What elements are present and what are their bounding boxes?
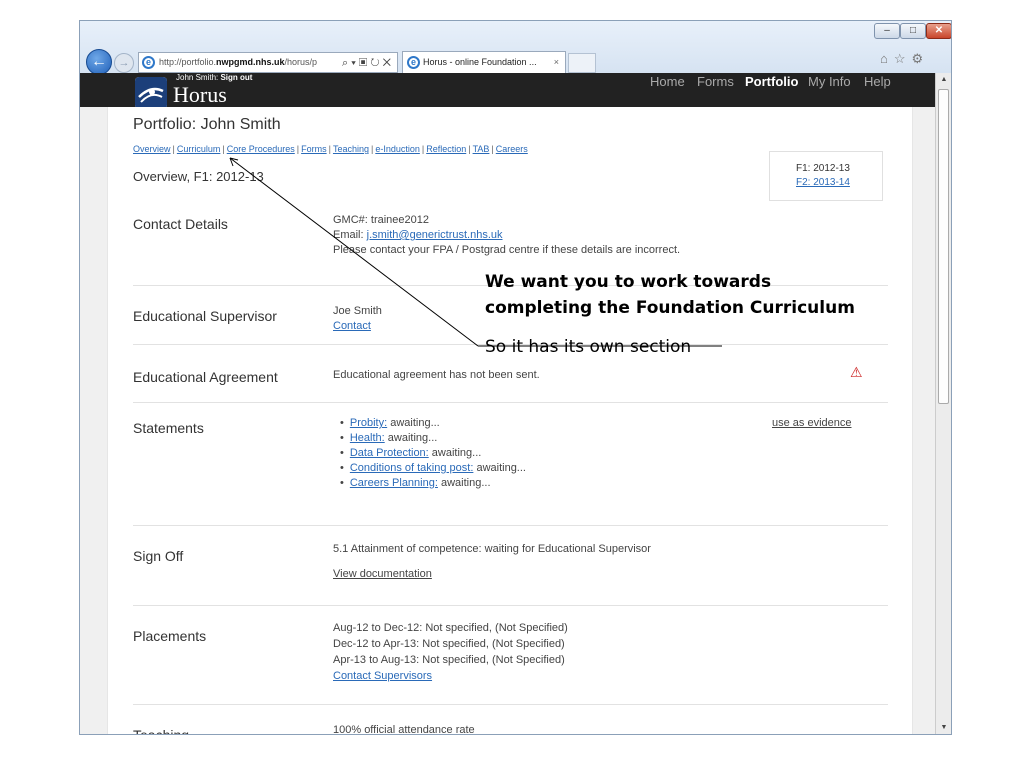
educational-supervisor-label: Educational Supervisor bbox=[133, 308, 277, 324]
subnav-core-procedures[interactable]: Core Procedures bbox=[227, 144, 295, 154]
close-window-button[interactable]: ✕ bbox=[926, 23, 951, 39]
subnav-overview[interactable]: Overview bbox=[133, 144, 171, 154]
ie-icon: e bbox=[142, 56, 155, 69]
educational-agreement-label: Educational Agreement bbox=[133, 369, 278, 385]
list-item: Probity: awaiting... bbox=[340, 416, 526, 431]
year-selector: F1: 2012-13 F2: 2013-14 bbox=[769, 151, 883, 201]
signoff-text: 5.1 Attainment of competence: waiting fo… bbox=[333, 543, 651, 555]
signout-link[interactable]: Sign out bbox=[220, 73, 252, 82]
subnav-reflection[interactable]: Reflection bbox=[426, 144, 466, 154]
subnav-careers[interactable]: Careers bbox=[496, 144, 528, 154]
portfolio-subnav: Overview | Curriculum | Core Procedures | Form… bbox=[133, 144, 528, 154]
contact-details-label: Contact Details bbox=[133, 216, 228, 232]
supervisor-value: Joe Smith Contact bbox=[333, 304, 382, 334]
page-viewport: John Smith: Sign out Horus Home Forms Po… bbox=[80, 73, 935, 735]
annotation-line-2: completing the Foundation Curriculum bbox=[485, 298, 855, 318]
scrollbar-thumb[interactable] bbox=[938, 89, 949, 404]
scroll-up-icon[interactable]: ▲ bbox=[936, 73, 951, 87]
nav-home[interactable]: Home bbox=[650, 73, 685, 90]
browser-window: – □ ✕ ← → e http://portfolio.nwpgmd.nhs.… bbox=[79, 20, 952, 735]
placements-value: Aug-12 to Dec-12: Not specified, (Not Sp… bbox=[333, 620, 568, 684]
year-next-link[interactable]: F2: 2013-14 bbox=[796, 176, 882, 190]
teaching-label: Teaching bbox=[133, 727, 190, 735]
gmc-number: GMC#: trainee2012 bbox=[333, 214, 429, 226]
browser-chrome: – □ ✕ ← → e http://portfolio.nwpgmd.nhs.… bbox=[80, 21, 951, 75]
contact-supervisors-link[interactable]: Contact Supervisors bbox=[333, 668, 568, 684]
address-controls[interactable]: ⌕ ▾ ▣ ↻ ✕ bbox=[338, 52, 398, 73]
sign-off-label: Sign Off bbox=[133, 548, 184, 564]
statement-health-link[interactable]: Health: bbox=[350, 432, 385, 444]
use-as-evidence-link[interactable]: use as evidence bbox=[772, 416, 852, 431]
statement-careers-planning-link[interactable]: Careers Planning: bbox=[350, 477, 438, 489]
teaching-value: 100% official attendance rate bbox=[333, 724, 475, 735]
placements-label: Placements bbox=[133, 628, 207, 644]
horus-logo-icon bbox=[135, 77, 167, 109]
supervisor-contact-link[interactable]: Contact bbox=[333, 319, 382, 334]
placement-row: Apr-13 to Aug-13: Not specified, (Not Sp… bbox=[333, 654, 565, 666]
page-title: Portfolio: John Smith bbox=[133, 116, 281, 133]
subnav-e-induction[interactable]: e-Induction bbox=[375, 144, 420, 154]
nav-forms[interactable]: Forms bbox=[697, 73, 734, 90]
maximize-button[interactable]: □ bbox=[900, 23, 926, 39]
email-link[interactable]: j.smith@generictrust.nhs.uk bbox=[367, 229, 503, 241]
warning-icon: ⚠ bbox=[850, 364, 863, 380]
nav-portfolio[interactable]: Portfolio bbox=[745, 73, 798, 90]
tab-close-icon[interactable]: × bbox=[554, 52, 559, 73]
list-item: Health: awaiting... bbox=[340, 431, 526, 446]
divider bbox=[133, 525, 888, 526]
placement-row: Dec-12 to Apr-13: Not specified, (Not Sp… bbox=[333, 638, 565, 650]
back-button[interactable]: ← bbox=[86, 49, 112, 75]
statement-probity-link[interactable]: Probity: bbox=[350, 417, 387, 429]
brand-name: Horus bbox=[173, 82, 227, 107]
statement-data-protection-link[interactable]: Data Protection: bbox=[350, 447, 429, 459]
year-current: F1: 2012-13 bbox=[796, 163, 850, 174]
statement-conditions-link[interactable]: Conditions of taking post: bbox=[350, 462, 474, 474]
list-item: Careers Planning: awaiting... bbox=[340, 476, 526, 491]
divider bbox=[133, 704, 888, 705]
new-tab-button[interactable] bbox=[568, 53, 596, 73]
browser-tab[interactable]: e Horus - online Foundation ... × bbox=[402, 51, 566, 73]
list-item: Data Protection: awaiting... bbox=[340, 446, 526, 461]
user-signout: John Smith: Sign out bbox=[176, 73, 253, 82]
forward-button[interactable]: → bbox=[114, 53, 134, 73]
divider bbox=[133, 605, 888, 606]
supervisor-name: Joe Smith bbox=[333, 305, 382, 317]
home-favorites-tools-icons[interactable]: ⌂☆⚙ bbox=[880, 51, 929, 67]
horus-header: John Smith: Sign out Horus Home Forms Po… bbox=[80, 73, 935, 109]
portfolio-panel: Portfolio: John Smith Overview | Curriculu… bbox=[107, 107, 913, 735]
annotation-line-1: We want you to work towards bbox=[485, 272, 772, 292]
subnav-curriculum[interactable]: Curriculum bbox=[177, 144, 221, 154]
divider bbox=[133, 402, 888, 403]
agreement-value: Educational agreement has not been sent. bbox=[333, 369, 540, 381]
list-item: Conditions of taking post: awaiting... bbox=[340, 461, 526, 476]
placement-row: Aug-12 to Dec-12: Not specified, (Not Sp… bbox=[333, 622, 568, 634]
statements-list: Probity: awaiting... Health: awaiting...… bbox=[340, 416, 526, 491]
statements-label: Statements bbox=[133, 420, 204, 436]
contact-details-value: GMC#: trainee2012 Email: j.smith@generic… bbox=[333, 213, 680, 258]
subnav-teaching[interactable]: Teaching bbox=[333, 144, 369, 154]
ie-icon: e bbox=[407, 56, 420, 69]
annotation-line-3: So it has its own section bbox=[485, 337, 692, 357]
nav-help[interactable]: Help bbox=[864, 73, 891, 90]
nav-my-info[interactable]: My Info bbox=[808, 73, 851, 90]
overview-label: Overview, F1: 2012-13 bbox=[133, 169, 264, 184]
contact-note: Please contact your FPA / Postgrad centr… bbox=[333, 244, 681, 256]
email-row: Email: j.smith@generictrust.nhs.uk bbox=[333, 229, 503, 241]
subnav-forms[interactable]: Forms bbox=[301, 144, 327, 154]
subnav-tab[interactable]: TAB bbox=[473, 144, 490, 154]
scroll-down-icon[interactable]: ▼ bbox=[936, 721, 951, 734]
view-documentation-link[interactable]: View documentation bbox=[333, 567, 432, 582]
vertical-scrollbar[interactable]: ▲ ▼ bbox=[935, 73, 951, 734]
minimize-button[interactable]: – bbox=[874, 23, 900, 39]
